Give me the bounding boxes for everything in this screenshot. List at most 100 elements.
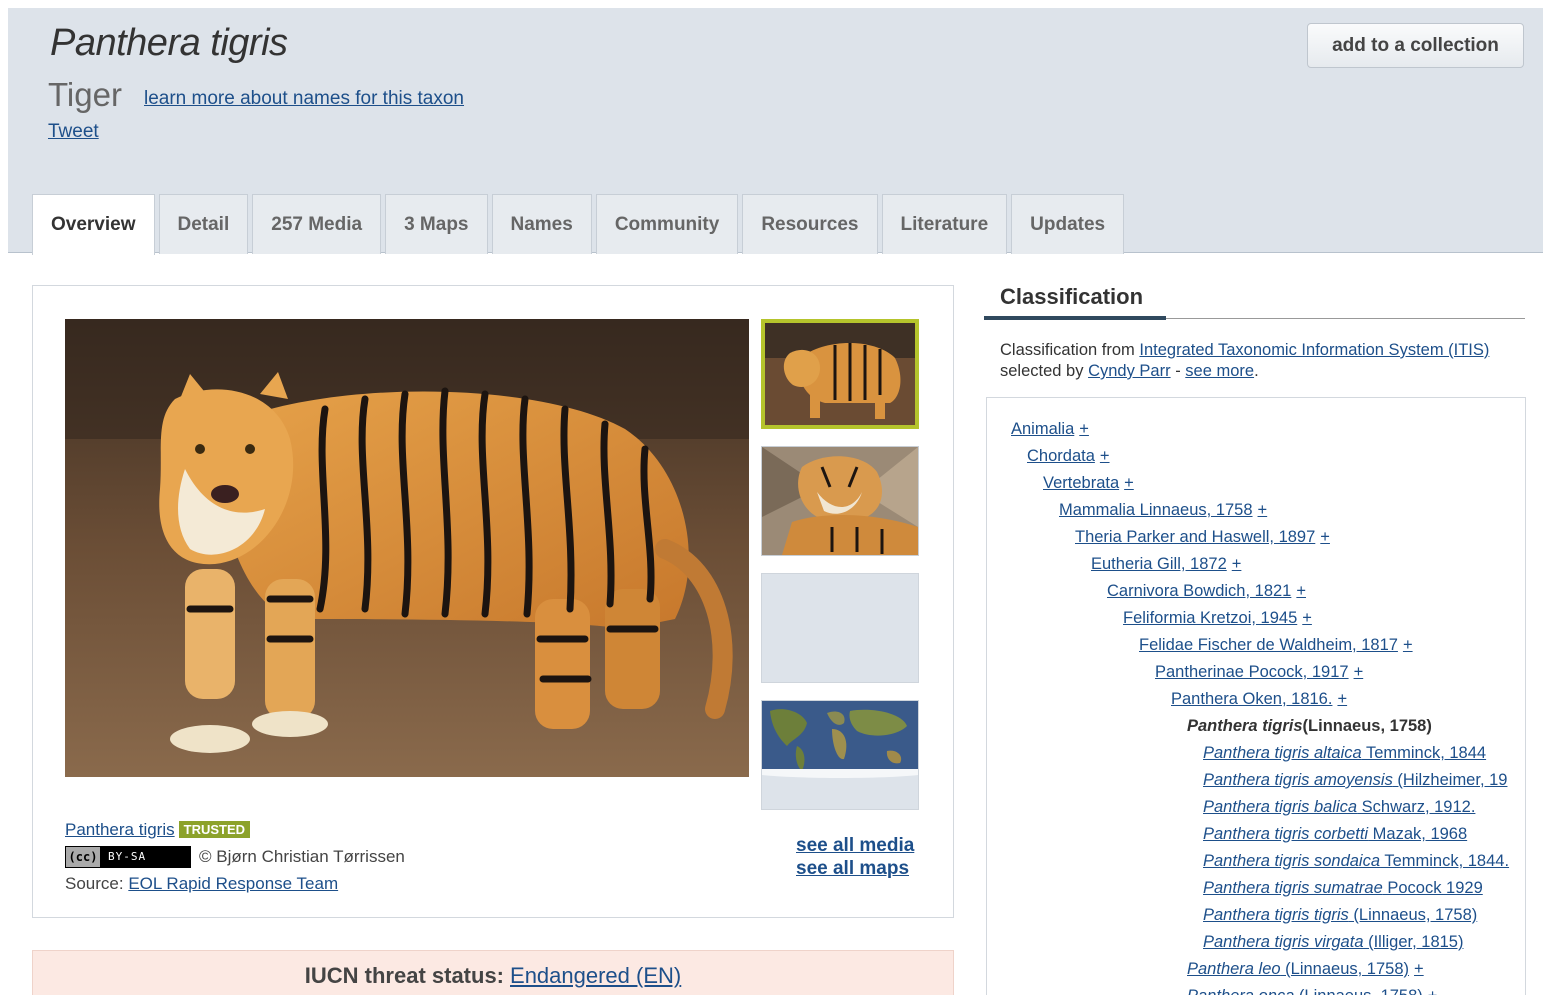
tree-node-link[interactable]: Theria Parker and Haswell, 1897 <box>1075 528 1315 547</box>
tree-node[interactable]: Pantherinae Pocock, 1917 + <box>987 659 1525 686</box>
tree-node[interactable]: Theria Parker and Haswell, 1897 + <box>987 524 1525 551</box>
tab-updates[interactable]: Updates <box>1011 194 1125 254</box>
tree-node-link[interactable]: Panthera tigris sumatrae Pocock 1929 <box>1203 879 1483 898</box>
expand-plus-icon[interactable]: + <box>1354 663 1364 682</box>
see-all-media-link[interactable]: see all media <box>796 834 914 857</box>
separator-text: - <box>1175 362 1181 380</box>
tree-node[interactable]: Panthera tigris tigris (Linnaeus, 1758) <box>987 902 1525 929</box>
tree-node[interactable]: Panthera tigris balica Schwarz, 1912. <box>987 794 1525 821</box>
expand-plus-icon[interactable]: + <box>1337 690 1347 709</box>
see-more-link[interactable]: see more <box>1185 362 1254 380</box>
tree-node-link[interactable]: Vertebrata <box>1043 474 1119 493</box>
tree-node[interactable]: Feliformia Kretzoi, 1945 + <box>987 605 1525 632</box>
tweet-link[interactable]: Tweet <box>48 121 99 143</box>
expand-plus-icon[interactable]: + <box>1258 501 1268 520</box>
thumbnail-walking-tiger[interactable] <box>761 319 919 429</box>
tree-node[interactable]: Eutheria Gill, 1872 + <box>987 551 1525 578</box>
tree-node[interactable]: Panthera tigris sumatrae Pocock 1929 <box>987 875 1525 902</box>
cc-license-badge[interactable]: (cc) BY-SA <box>65 845 191 868</box>
tree-node-italic-name: Panthera tigris amoyensis <box>1203 771 1393 789</box>
tree-node[interactable]: Panthera tigris altaica Temminck, 1844 <box>987 740 1525 767</box>
tree-node-link[interactable]: Feliformia Kretzoi, 1945 <box>1123 609 1297 628</box>
tree-node-link[interactable]: Panthera tigris amoyensis (Hilzheimer, 1… <box>1203 771 1507 790</box>
tree-node-link[interactable]: Panthera tigris corbetti Mazak, 1968 <box>1203 825 1467 844</box>
expand-plus-icon[interactable]: + <box>1320 528 1330 547</box>
expand-plus-icon[interactable]: + <box>1124 474 1134 493</box>
expand-plus-icon[interactable]: + <box>1232 555 1242 574</box>
classification-title: Classification <box>1000 284 1144 309</box>
tree-node-link[interactable]: Panthera leo (Linnaeus, 1758) <box>1187 960 1409 979</box>
tree-node[interactable]: Panthera tigris corbetti Mazak, 1968 <box>987 821 1525 848</box>
tree-node[interactable]: Animalia + <box>987 416 1525 443</box>
tree-node[interactable]: Panthera Oken, 1816. + <box>987 686 1525 713</box>
tree-node-link[interactable]: Panthera tigris altaica Temminck, 1844 <box>1203 744 1486 763</box>
source-label: Source: <box>65 873 124 893</box>
source-link[interactable]: EOL Rapid Response Team <box>128 874 338 894</box>
expand-plus-icon[interactable]: + <box>1079 420 1089 439</box>
tab-maps[interactable]: 3 Maps <box>385 194 488 254</box>
tree-node-link[interactable]: Felidae Fischer de Waldheim, 1817 <box>1139 636 1398 655</box>
tree-node[interactable]: Mammalia Linnaeus, 1758 + <box>987 497 1525 524</box>
tree-node-authority: Mazak, 1968 <box>1368 825 1468 843</box>
tree-node-link[interactable]: Panthera onca (Linnaeus, 1758) <box>1187 987 1423 995</box>
tree-node-italic-name: Panthera tigris tigris <box>1203 906 1349 924</box>
names-info-link[interactable]: learn more about names for this taxon <box>144 88 464 110</box>
tree-node-authority: (Linnaeus, 1758) <box>1302 717 1432 735</box>
common-name: Tiger <box>48 76 122 113</box>
tree-node[interactable]: Vertebrata + <box>987 470 1525 497</box>
iucn-status-link[interactable]: Endangered (EN) <box>510 963 681 995</box>
tab-bar: Overview Detail 257 Media 3 Maps Names C… <box>32 194 1125 255</box>
expand-plus-icon[interactable]: + <box>1414 960 1424 979</box>
thumbnail-resting-tiger[interactable] <box>761 446 919 556</box>
tab-names[interactable]: Names <box>491 194 592 254</box>
add-to-collection-button[interactable]: add to a collection <box>1307 23 1524 68</box>
caption-taxon-link[interactable]: Panthera tigris <box>65 820 175 840</box>
tree-node-link[interactable]: Chordata <box>1027 447 1095 466</box>
tree-node-link[interactable]: Panthera tigris sondaica Temminck, 1844. <box>1203 852 1509 871</box>
expand-plus-icon[interactable]: + <box>1100 447 1110 466</box>
tree-node-link[interactable]: Panthera tigris balica Schwarz, 1912. <box>1203 798 1475 817</box>
trusted-badge: TRUSTED <box>178 821 251 838</box>
tab-overview[interactable]: Overview <box>32 194 155 255</box>
tree-node-italic-name: Panthera tigris <box>1187 717 1303 735</box>
image-caption: Panthera tigris TRUSTED (cc) BY-SA © Bjø… <box>65 816 405 897</box>
tree-node[interactable]: Felidae Fischer de Waldheim, 1817 + <box>987 632 1525 659</box>
tab-community[interactable]: Community <box>595 194 739 254</box>
tree-node-link[interactable]: Animalia <box>1011 420 1074 439</box>
tree-node-link[interactable]: Pantherinae Pocock, 1917 <box>1155 663 1349 682</box>
copyright-text: © Bjørn Christian Tørrissen <box>199 846 405 866</box>
iucn-label: IUCN threat status: <box>304 963 505 988</box>
tree-node-authority: (Linnaeus, 1758) <box>1294 987 1423 995</box>
expand-plus-icon[interactable]: + <box>1428 987 1438 995</box>
tab-literature[interactable]: Literature <box>881 194 1008 254</box>
expand-plus-icon[interactable]: + <box>1302 609 1312 628</box>
tab-detail[interactable]: Detail <box>158 194 249 254</box>
tree-node-link[interactable]: Mammalia Linnaeus, 1758 <box>1059 501 1253 520</box>
tree-node-link[interactable]: Panthera tigris virgata (Illiger, 1815) <box>1203 933 1463 952</box>
tree-node[interactable]: Panthera tigris sondaica Temminck, 1844. <box>987 848 1525 875</box>
tree-node[interactable]: Panthera tigris amoyensis (Hilzheimer, 1… <box>987 767 1525 794</box>
tree-node-link[interactable]: Panthera Oken, 1816. <box>1171 690 1332 709</box>
tab-media[interactable]: 257 Media <box>252 194 382 254</box>
main-tiger-image[interactable] <box>65 319 749 777</box>
tree-node-authority: (Linnaeus, 1758) <box>1348 906 1478 924</box>
thumbnail-placeholder[interactable] <box>761 573 919 683</box>
thumbnail-world-map[interactable] <box>761 700 919 810</box>
tree-node-italic-name: Panthera tigris balica <box>1203 798 1358 816</box>
tree-node[interactable]: Panthera onca (Linnaeus, 1758) + <box>987 983 1525 995</box>
tree-node-italic-name: Panthera tigris corbetti <box>1203 825 1369 843</box>
expand-plus-icon[interactable]: + <box>1296 582 1306 601</box>
tree-node[interactable]: Chordata + <box>987 443 1525 470</box>
curator-link[interactable]: Cyndy Parr <box>1088 362 1171 380</box>
tree-node[interactable]: Panthera leo (Linnaeus, 1758) + <box>987 956 1525 983</box>
tree-node-link[interactable]: Eutheria Gill, 1872 <box>1091 555 1227 574</box>
tree-node[interactable]: Carnivora Bowdich, 1821 + <box>987 578 1525 605</box>
tree-node[interactable]: Panthera tigris virgata (Illiger, 1815) <box>987 929 1525 956</box>
tree-node-link[interactable]: Carnivora Bowdich, 1821 <box>1107 582 1291 601</box>
tree-node-authority: (Hilzheimer, 19 <box>1392 771 1508 789</box>
see-all-maps-link[interactable]: see all maps <box>796 857 914 880</box>
expand-plus-icon[interactable]: + <box>1403 636 1413 655</box>
tree-node-link[interactable]: Panthera tigris tigris (Linnaeus, 1758) <box>1203 906 1477 925</box>
tab-resources[interactable]: Resources <box>742 194 878 254</box>
classification-provider-link[interactable]: Integrated Taxonomic Information System … <box>1139 341 1489 359</box>
